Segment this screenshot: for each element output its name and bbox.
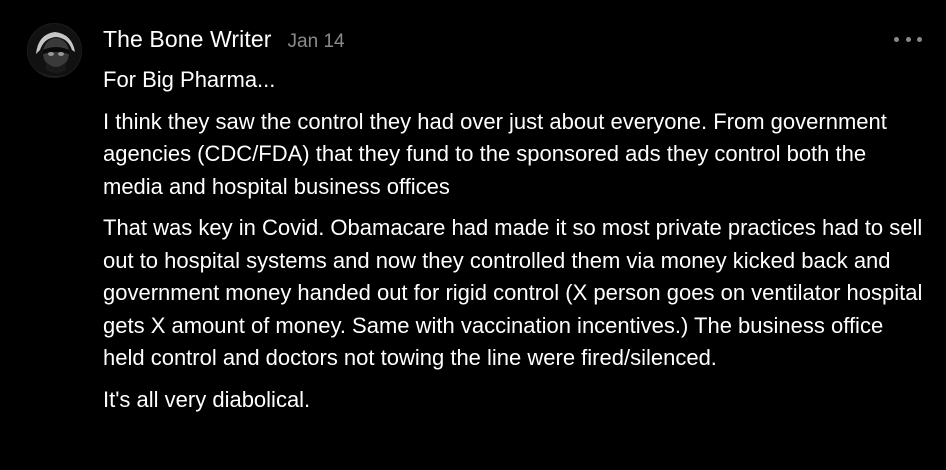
more-horizontal-icon-dot [905,36,911,42]
author-name[interactable]: The Bone Writer [103,26,272,53]
more-horizontal-icon-dot [917,36,922,42]
more-options-button[interactable] [894,30,922,48]
avatar-image [28,24,81,77]
comment-body: For Big Pharma... I think they saw the c… [103,64,923,425]
comment-date[interactable]: Jan 14 [288,31,345,53]
comment-header: The Bone Writer Jan 14 [103,26,345,56]
comment-paragraph: I think they saw the control they had ov… [103,108,887,199]
comment-paragraph: For Big Pharma... [103,67,276,92]
comment-paragraph: That was key in Covid. Obamacare had mad… [103,215,923,370]
comment: The Bone Writer Jan 14 For Big Pharma...… [0,0,946,470]
comment-paragraph: It's all very diabolical. [103,386,311,412]
more-horizontal-icon [894,36,899,42]
avatar[interactable] [27,23,82,78]
